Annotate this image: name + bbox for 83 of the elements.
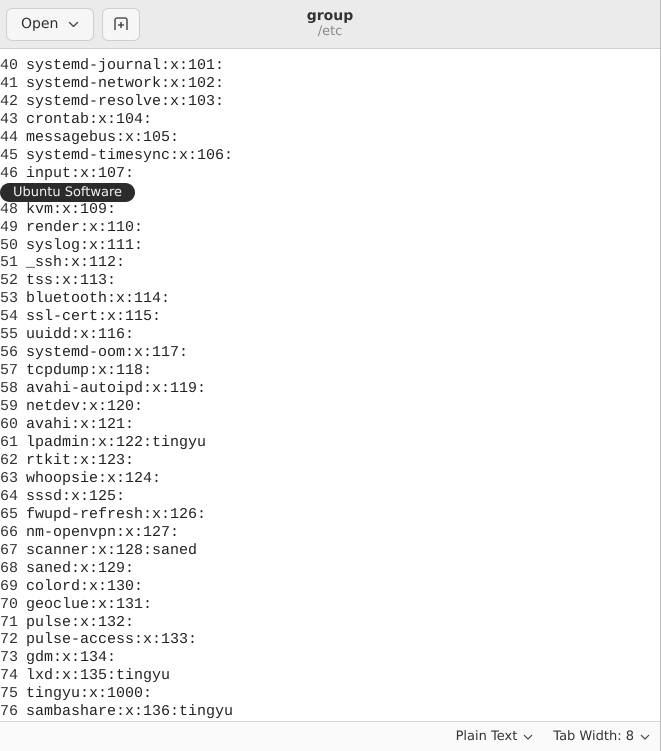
line-number: 65 [0, 508, 18, 522]
line-number: 50 [0, 238, 18, 252]
line-number: 54 [0, 310, 18, 324]
code-line: rtkit:x:123: [26, 454, 134, 468]
code-line: scanner:x:128:saned [26, 544, 198, 558]
code-line: colord:x:130: [26, 580, 144, 594]
code-line: pulse:x:132: [26, 616, 134, 630]
code-line: geoclue:x:131: [26, 598, 152, 612]
line-number: 46 [0, 166, 18, 181]
line-number: 42 [0, 94, 18, 109]
code-line: systemd-journal:x:101: [26, 58, 224, 73]
line-number: 57 [0, 364, 18, 378]
code-line: fwupd-refresh:x:126: [26, 508, 206, 522]
line-number: 66 [0, 526, 18, 540]
code-line: sssd:x:125: [26, 490, 126, 504]
language-selector[interactable]: Plain Text [456, 729, 534, 744]
new-tab-button[interactable] [102, 8, 140, 40]
code-line: systemd-timesync:x:106: [26, 148, 234, 163]
code-line: pulse-access:x:133: [26, 633, 198, 648]
code-line: systemd-network:x:102: [26, 76, 224, 91]
line-number: 41 [0, 76, 18, 91]
line-number: 48 [0, 202, 18, 217]
line-number: 53 [0, 292, 18, 306]
line-number: 74 [0, 669, 18, 684]
line-number: 55 [0, 328, 18, 342]
line-number: 70 [0, 598, 18, 612]
code-line: tss:x:113: [26, 274, 116, 288]
line-number: 72 [0, 633, 18, 648]
open-button[interactable]: Open [6, 8, 94, 40]
caret-icon [523, 734, 534, 740]
line-number: 69 [0, 580, 18, 594]
line-number: 59 [0, 400, 18, 414]
line-number: 73 [0, 651, 18, 666]
code-line: tingyu:x:1000: [26, 687, 152, 702]
tooltip: Ubuntu Software [0, 183, 136, 202]
code-line: _ssh:x:112: [26, 256, 126, 270]
line-number: 63 [0, 472, 18, 486]
caret-icon [640, 734, 650, 740]
code-line: bluetooth:x:114: [26, 292, 170, 306]
code-line: avahi-autoipd:x:119: [26, 382, 206, 396]
new-tab-icon [114, 17, 128, 31]
line-number: 49 [0, 220, 18, 235]
line-number: 68 [0, 562, 18, 576]
line-number: 62 [0, 454, 18, 468]
line-number: 56 [0, 346, 18, 360]
code-line: lxd:x:135:tingyu [26, 669, 170, 684]
code-line: netdev:x:120: [26, 400, 144, 414]
caret-icon [68, 20, 80, 28]
window-subtitle: /etc [318, 24, 342, 39]
line-number: 44 [0, 130, 18, 145]
code-line: ssl-cert:x:115: [26, 310, 162, 324]
code-line: uuidd:x:116: [26, 328, 134, 342]
window-title: group [306, 8, 354, 24]
line-number: 60 [0, 418, 18, 432]
code-line: input:x:107: [26, 166, 134, 181]
tab-width-selector[interactable]: Tab Width: 8 [553, 729, 650, 744]
code-line: saned:x:129: [26, 562, 134, 576]
code-line: render:x:110: [26, 220, 144, 235]
line-number: 52 [0, 274, 18, 288]
line-number: 67 [0, 544, 18, 558]
line-number: 76 [0, 705, 18, 720]
line-number: 71 [0, 616, 18, 630]
line-number: 61 [0, 436, 18, 450]
line-number: 64 [0, 490, 18, 504]
code-line: syslog:x:111: [26, 238, 144, 252]
code-line: sambashare:x:136:tingyu [26, 705, 234, 720]
code-line: tcpdump:x:118: [26, 364, 152, 378]
code-line: avahi:x:121: [26, 418, 134, 432]
line-number: 45 [0, 148, 18, 163]
code-line: systemd-oom:x:117: [26, 346, 188, 360]
code-line: lpadmin:x:122:tingyu [26, 436, 206, 450]
code-line: systemd-resolve:x:103: [26, 94, 224, 109]
code-line: nm-openvpn:x:127: [26, 526, 180, 540]
code-line: crontab:x:104: [26, 112, 152, 127]
line-number: 40 [0, 58, 18, 73]
code-line: gdm:x:134: [26, 651, 116, 666]
line-number: 58 [0, 382, 18, 396]
code-line: kvm:x:109: [26, 202, 116, 217]
line-number: 75 [0, 687, 18, 702]
line-number: 43 [0, 112, 18, 127]
code-line: messagebus:x:105: [26, 130, 180, 145]
line-number: 51 [0, 256, 18, 270]
code-line: whoopsie:x:124: [26, 472, 162, 486]
